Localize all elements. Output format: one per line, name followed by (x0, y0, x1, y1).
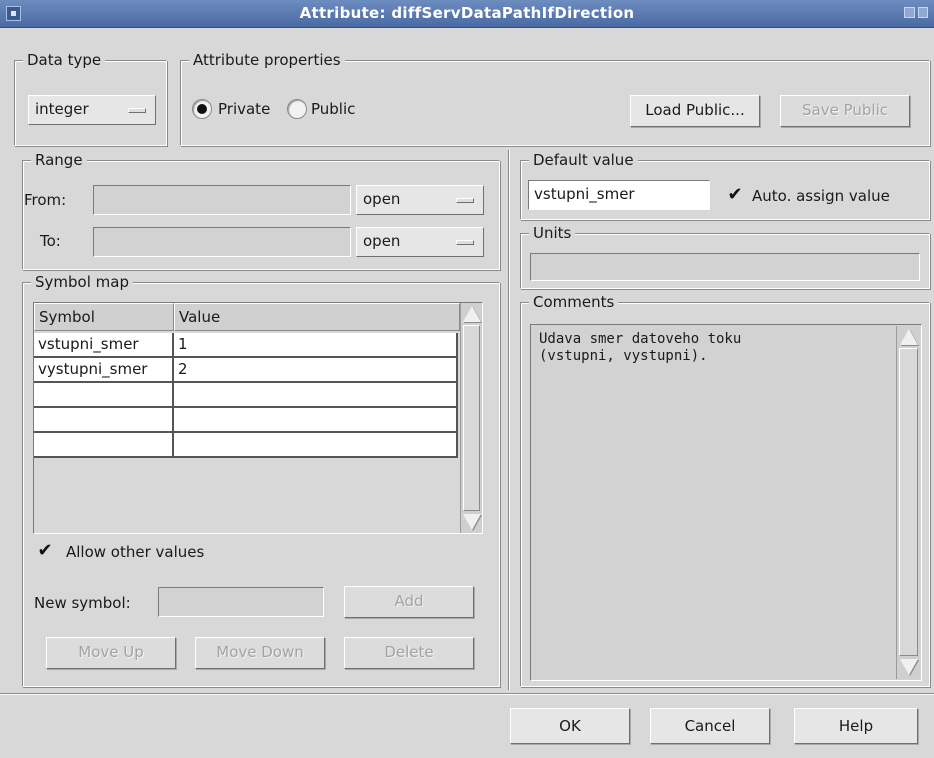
range-from-label: From: (24, 191, 67, 209)
scroll-down-arrow-icon[interactable] (897, 656, 920, 678)
table-cell-value[interactable]: 1 (174, 333, 458, 358)
minimize-icon[interactable] (904, 7, 915, 18)
option-menu-indicator-icon (128, 108, 146, 113)
scroll-down-arrow-icon[interactable] (461, 511, 482, 533)
add-button[interactable]: Add (344, 586, 474, 618)
symbol-map-legend: Symbol map (31, 273, 133, 291)
comments-text: Udava smer datoveho toku (vstupni, vystu… (539, 331, 742, 364)
range-from-bound-select[interactable]: open (356, 185, 484, 215)
scrollbar-thumb[interactable] (463, 325, 480, 511)
auto-assign-label[interactable]: Auto. assign value (752, 187, 890, 205)
scrollbar-thumb[interactable] (899, 348, 918, 656)
range-legend: Range (31, 151, 87, 169)
column-header-value[interactable]: Value (174, 303, 460, 331)
range-from-input[interactable] (93, 185, 351, 215)
range-to-bound-select[interactable]: open (356, 227, 484, 257)
private-radio[interactable] (192, 99, 212, 119)
comments-scrollbar[interactable] (896, 326, 920, 679)
move-up-button[interactable]: Move Up (46, 637, 176, 669)
comments-textarea[interactable]: Udava smer datoveho toku (vstupni, vystu… (530, 324, 922, 681)
comments-legend: Comments (529, 293, 619, 311)
cancel-button[interactable]: Cancel (650, 708, 770, 744)
data-type-legend: Data type (23, 51, 106, 69)
symbol-table[interactable]: Symbol Value vstupni_smer 1 vystupni_sme… (33, 302, 483, 534)
save-public-button[interactable]: Save Public (780, 95, 910, 127)
table-cell-symbol[interactable]: vystupni_smer (34, 358, 174, 383)
option-menu-indicator-icon (456, 240, 474, 245)
table-cell-value[interactable] (174, 408, 458, 433)
scroll-up-arrow-icon[interactable] (897, 326, 920, 348)
delete-button[interactable]: Delete (344, 637, 474, 669)
table-cell-value[interactable] (174, 433, 458, 458)
table-cell-symbol[interactable] (34, 433, 174, 458)
new-symbol-label: New symbol: (34, 594, 131, 612)
footer-separator (0, 693, 934, 695)
scroll-up-arrow-icon[interactable] (461, 303, 482, 325)
move-down-button[interactable]: Move Down (195, 637, 325, 669)
range-to-bound-value: open (363, 232, 401, 250)
symbol-table-scrollbar[interactable] (460, 303, 482, 533)
allow-other-values-label[interactable]: Allow other values (66, 543, 204, 561)
range-to-input[interactable] (93, 227, 351, 257)
allow-other-values-checkbox[interactable]: ✔ (36, 542, 54, 560)
option-menu-indicator-icon (456, 198, 474, 203)
table-cell-symbol[interactable] (34, 383, 174, 408)
column-header-symbol[interactable]: Symbol (34, 303, 174, 331)
data-type-value: integer (35, 100, 89, 118)
data-type-select[interactable]: integer (28, 95, 156, 125)
auto-assign-checkbox[interactable]: ✔ (726, 186, 744, 204)
units-legend: Units (529, 224, 576, 242)
new-symbol-input[interactable] (158, 587, 324, 617)
public-label[interactable]: Public (311, 100, 355, 118)
table-cell-value[interactable] (174, 383, 458, 408)
attribute-properties-legend: Attribute properties (189, 51, 345, 69)
pane-divider[interactable] (508, 150, 510, 690)
title-bar[interactable]: Attribute: diffServDataPathIfDirection (0, 0, 934, 28)
table-cell-symbol[interactable]: vstupni_smer (34, 333, 174, 358)
default-value-legend: Default value (529, 151, 638, 169)
table-cell-value[interactable]: 2 (174, 358, 458, 383)
close-icon[interactable] (918, 7, 928, 18)
public-radio[interactable] (287, 99, 307, 119)
ok-button[interactable]: OK (510, 708, 630, 744)
range-to-label: To: (40, 232, 61, 250)
units-input[interactable] (530, 253, 920, 281)
default-value-input[interactable]: vstupni_smer (528, 180, 710, 210)
table-cell-symbol[interactable] (34, 408, 174, 433)
private-label[interactable]: Private (218, 100, 270, 118)
load-public-button[interactable]: Load Public... (630, 95, 760, 127)
help-button[interactable]: Help (794, 708, 918, 744)
range-from-bound-value: open (363, 190, 401, 208)
window-title: Attribute: diffServDataPathIfDirection (299, 4, 635, 22)
